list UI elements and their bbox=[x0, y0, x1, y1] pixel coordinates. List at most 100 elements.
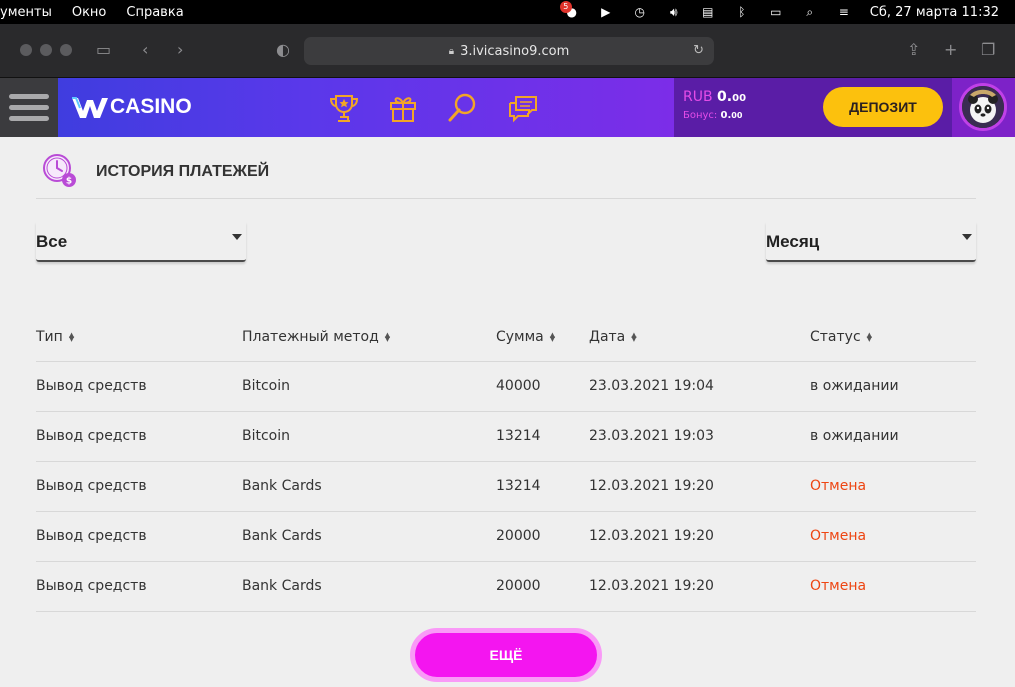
deposit-button[interactable]: ДЕПОЗИТ bbox=[823, 87, 943, 127]
balance-panel: RUB 0.00 Бонус: 0.00 ДЕПОЗИТ bbox=[674, 78, 952, 137]
bluetooth-icon[interactable]: ᛒ bbox=[734, 5, 750, 19]
menu-documents[interactable]: ументы bbox=[0, 5, 52, 20]
cell-amount: 20000 bbox=[496, 511, 589, 562]
menu-help[interactable]: Справка bbox=[126, 5, 183, 20]
column-header-type[interactable]: Тип ▲ ▼ bbox=[36, 313, 242, 362]
period-filter-value: Месяц bbox=[766, 232, 820, 251]
logo-text: CASINO bbox=[110, 95, 192, 118]
cell-method: Bank Cards bbox=[242, 511, 496, 562]
type-filter-select[interactable]: Все bbox=[36, 222, 246, 262]
forward-icon[interactable]: › bbox=[177, 40, 183, 59]
svg-text:$: $ bbox=[66, 177, 72, 187]
address-bar[interactable]: 🔒︎ 3.ivicasino9.com ↻ bbox=[304, 37, 714, 65]
type-filter-value: Все bbox=[36, 232, 68, 251]
sort-icon: ▲ ▼ bbox=[68, 330, 75, 343]
cell-date: 23.03.2021 19:04 bbox=[589, 361, 810, 412]
history-icon[interactable]: ◷ bbox=[632, 5, 648, 19]
avatar[interactable] bbox=[959, 83, 1007, 131]
cell-amount: 13214 bbox=[496, 411, 589, 462]
browser-toolbar: ▭ ‹ › ◐ 🔒︎ 3.ivicasino9.com ↻ ⇪ + ❐ bbox=[0, 24, 1015, 78]
cell-date: 12.03.2021 19:20 bbox=[589, 461, 810, 512]
cell-type: Вывод средств bbox=[36, 361, 242, 412]
bonus-value: 0. bbox=[720, 110, 732, 121]
table-row: Вывод средств Bitcoin 13214 23.03.2021 1… bbox=[36, 411, 976, 462]
notification-badge: 5 bbox=[559, 1, 572, 13]
site-logo[interactable]: CASINO bbox=[70, 94, 192, 120]
sort-icon: ▲ ▼ bbox=[631, 330, 637, 343]
tabs-overview-icon[interactable]: ❐ bbox=[981, 40, 995, 59]
reload-icon[interactable]: ↻ bbox=[693, 43, 704, 58]
chat-icon[interactable] bbox=[506, 91, 540, 125]
shield-icon[interactable]: ◐ bbox=[276, 40, 290, 59]
cell-amount: 40000 bbox=[496, 361, 589, 412]
play-icon[interactable]: ▶ bbox=[598, 5, 614, 19]
chevron-down-icon bbox=[962, 234, 972, 240]
table-row: Вывод средств Bitcoin 40000 23.03.2021 1… bbox=[36, 361, 976, 412]
table-row: Вывод средств Bank Cards 20000 12.03.202… bbox=[36, 561, 976, 612]
lock-icon: 🔒︎ bbox=[448, 45, 455, 57]
site-header: CASINO RUB 0.00 Бонус: 0.00 ДЕПОЗИТ bbox=[0, 78, 1015, 137]
cell-amount: 20000 bbox=[496, 561, 589, 612]
menu-burger-icon[interactable] bbox=[0, 78, 58, 137]
period-filter-select[interactable]: Месяц bbox=[766, 222, 976, 262]
cell-type: Вывод средств bbox=[36, 461, 242, 512]
cell-method: Bitcoin bbox=[242, 411, 496, 462]
cell-status: в ожидании bbox=[810, 361, 976, 412]
table-row: Вывод средств Bank Cards 13214 12.03.202… bbox=[36, 461, 976, 512]
payments-table: Тип ▲ ▼ Платежный метод ▲ ▼ Сумма ▲ ▼ Дата ▲ ▼ С… bbox=[36, 313, 976, 612]
trophy-icon[interactable] bbox=[327, 91, 361, 125]
table-header-row: Тип ▲ ▼ Платежный метод ▲ ▼ Сумма ▲ ▼ Дата ▲ ▼ С… bbox=[36, 313, 976, 362]
cell-type: Вывод средств bbox=[36, 561, 242, 612]
cell-method: Bitcoin bbox=[242, 361, 496, 412]
cell-date: 12.03.2021 19:20 bbox=[589, 561, 810, 612]
battery-icon[interactable]: ▭ bbox=[768, 5, 784, 19]
balance-decimals: 00 bbox=[732, 93, 747, 104]
back-icon[interactable]: ‹ bbox=[142, 40, 148, 59]
search-icon[interactable] bbox=[445, 91, 479, 125]
balance-value: 0. bbox=[717, 89, 733, 105]
search-icon[interactable]: ⌕ bbox=[802, 5, 818, 19]
share-icon[interactable]: ⇪ bbox=[907, 40, 920, 59]
chevron-down-icon bbox=[232, 234, 242, 240]
column-header-status[interactable]: Статус ▲ ▼ bbox=[810, 313, 976, 362]
cell-date: 12.03.2021 19:20 bbox=[589, 511, 810, 562]
sort-icon: ▲ ▼ bbox=[866, 330, 873, 343]
menu-window[interactable]: Окно bbox=[72, 5, 107, 20]
logo-mark-icon bbox=[72, 97, 108, 118]
column-header-date[interactable]: Дата ▲ ▼ bbox=[589, 313, 810, 362]
clock[interactable]: Сб, 27 марта 11:32 bbox=[870, 5, 999, 20]
cell-type: Вывод средств bbox=[36, 511, 242, 562]
gift-icon[interactable] bbox=[386, 91, 420, 125]
table-row: Вывод средств Bank Cards 20000 12.03.202… bbox=[36, 511, 976, 562]
bonus-decimals: 00 bbox=[731, 111, 743, 120]
column-header-method[interactable]: Платежный метод ▲ ▼ bbox=[242, 313, 496, 362]
flag-icon[interactable]: ▤ bbox=[700, 5, 716, 19]
control-center-icon[interactable]: ≡ bbox=[836, 5, 852, 19]
cell-method: Bank Cards bbox=[242, 561, 496, 612]
bonus-balance: Бонус: 0.00 bbox=[683, 110, 742, 121]
panda-avatar-icon bbox=[962, 86, 1004, 128]
currency-label: RUB bbox=[683, 89, 713, 105]
sort-icon: ▲ ▼ bbox=[384, 330, 391, 343]
cell-status: Отмена bbox=[810, 511, 976, 562]
column-header-amount[interactable]: Сумма ▲ ▼ bbox=[496, 313, 589, 362]
os-menubar: ументы Окно Справка ● 5 ▶ ◷ 🔊︎ ▤ ᛒ ▭ ⌕ ≡ … bbox=[0, 0, 1015, 24]
volume-icon[interactable]: 🔊︎ bbox=[666, 5, 682, 19]
cell-status: Отмена bbox=[810, 461, 976, 512]
cell-status: в ожидании bbox=[810, 411, 976, 462]
sidebar-icon[interactable]: ▭ bbox=[96, 40, 111, 59]
window-controls[interactable] bbox=[20, 44, 72, 56]
avatar-container[interactable] bbox=[952, 78, 1015, 137]
new-tab-icon[interactable]: + bbox=[944, 40, 957, 59]
page-title: ИСТОРИЯ ПЛАТЕЖЕЙ bbox=[96, 163, 270, 180]
cell-date: 23.03.2021 19:03 bbox=[589, 411, 810, 462]
load-more-button[interactable]: ЕЩЁ bbox=[410, 628, 602, 682]
brand-bar: CASINO bbox=[58, 78, 674, 137]
sort-icon: ▲ ▼ bbox=[549, 330, 556, 343]
url-text: 3.ivicasino9.com bbox=[460, 43, 570, 59]
notification-icon[interactable]: ● 5 bbox=[559, 1, 580, 19]
page-content: $ ИСТОРИЯ ПЛАТЕЖЕЙ Все Месяц Тип ▲ ▼ Плате… bbox=[0, 137, 1015, 687]
page-title-row: $ ИСТОРИЯ ПЛАТЕЖЕЙ bbox=[36, 151, 976, 199]
cell-status: Отмена bbox=[810, 561, 976, 612]
cell-method: Bank Cards bbox=[242, 461, 496, 512]
